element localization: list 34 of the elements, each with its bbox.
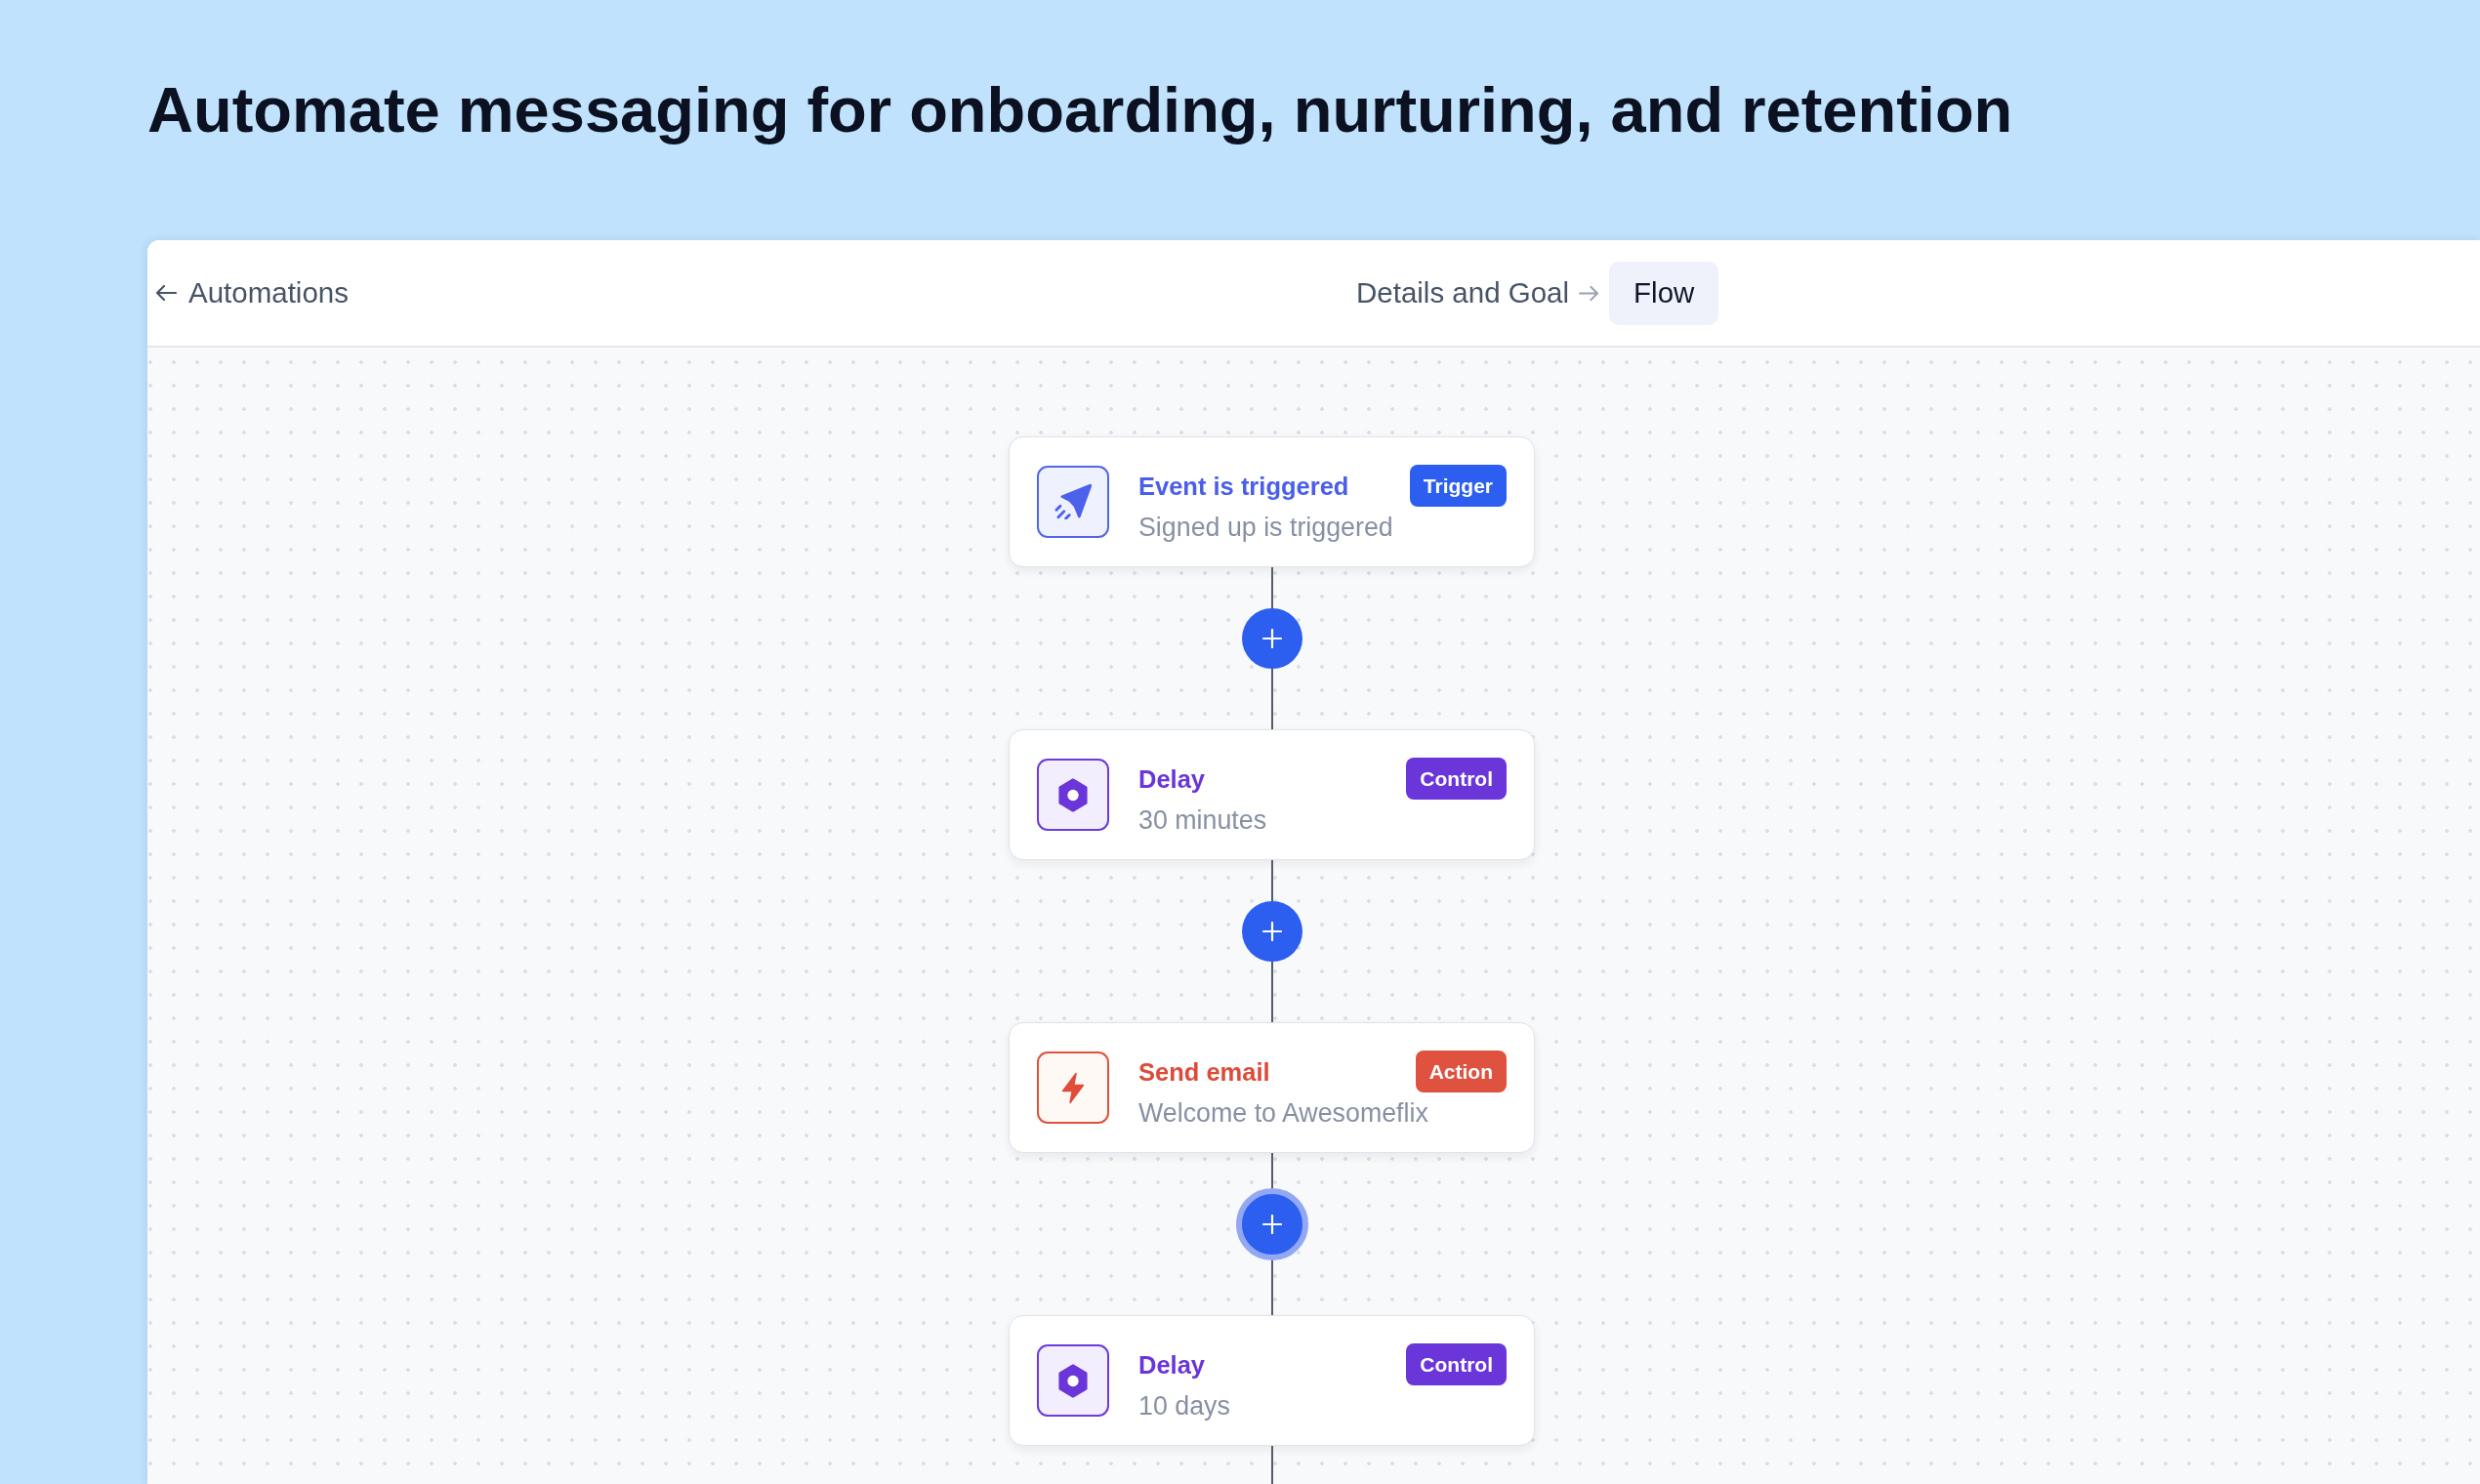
step-type-tag: Control <box>1406 758 1507 800</box>
connector-line <box>1270 860 1273 901</box>
connector-line <box>1270 962 1273 1022</box>
plus-icon <box>1261 1215 1282 1234</box>
step-title: Send email <box>1138 1057 1270 1088</box>
arrow-left-icon <box>155 284 177 302</box>
lightning-bolt-icon <box>1037 1051 1109 1124</box>
step-description: 30 minutes <box>1138 804 1267 837</box>
step-title: Delay <box>1138 1350 1206 1381</box>
step-card[interactable]: Delay 30 minutes Control <box>1009 729 1535 860</box>
step-description: 10 days <box>1138 1390 1230 1422</box>
hexagon-nut-icon <box>1037 759 1109 831</box>
hexagon-nut-icon <box>1037 1344 1109 1417</box>
step-type-tag: Trigger <box>1409 465 1507 507</box>
step-title: Event is triggered <box>1138 472 1349 502</box>
step-title: Delay <box>1138 764 1206 795</box>
step-card[interactable]: Event is triggered Signed up is triggered Trigger <box>1009 436 1535 567</box>
plus-icon <box>1261 922 1282 941</box>
step-card[interactable]: Delay 10 days Control <box>1009 1315 1535 1446</box>
arrow-right-icon <box>1579 284 1600 302</box>
connector-line <box>1270 669 1273 729</box>
paper-plane-icon <box>1037 466 1109 538</box>
step-tab[interactable]: Details and Goal <box>1356 276 1570 309</box>
plus-icon <box>1261 629 1282 648</box>
step-description: Signed up is triggered <box>1138 512 1393 544</box>
step-type-tag: Action <box>1415 1051 1507 1092</box>
connector-line <box>1270 1446 1273 1484</box>
step-description: Welcome to Awesomeflix <box>1138 1097 1428 1130</box>
back-link[interactable]: Automations <box>155 276 349 309</box>
page-headline: Automate messaging for onboarding, nurturing, and retention <box>147 74 2013 146</box>
step-tab[interactable]: Flow <box>1609 261 1719 325</box>
step-type-tag: Control <box>1406 1343 1507 1385</box>
connector-line <box>1270 567 1273 608</box>
step-card[interactable]: Send email Welcome to Awesomeflix Action <box>1009 1022 1535 1153</box>
